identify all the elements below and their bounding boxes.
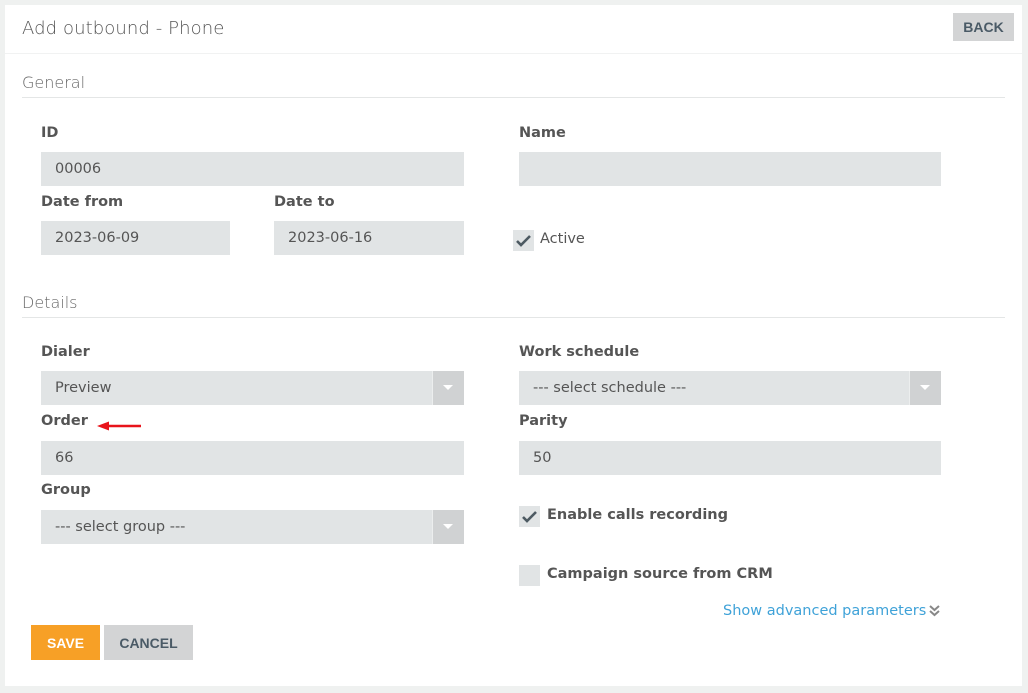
campaign-source-crm-checkbox[interactable] xyxy=(519,565,540,586)
enable-calls-recording-label: Enable calls recording xyxy=(547,507,728,523)
red-arrow-icon xyxy=(97,421,141,431)
id-field[interactable] xyxy=(41,152,464,186)
parity-field[interactable] xyxy=(519,441,941,475)
campaign-source-crm-label: Campaign source from CRM xyxy=(547,566,773,582)
show-advanced-parameters-link[interactable]: Show advanced parameters xyxy=(723,603,940,619)
date-from-label: Date from xyxy=(41,194,124,210)
cancel-button[interactable]: CANCEL xyxy=(104,625,193,660)
order-label: Order xyxy=(41,413,88,429)
work-schedule-select[interactable]: --- select schedule --- xyxy=(519,371,941,405)
section-divider xyxy=(22,97,1005,98)
name-field[interactable] xyxy=(519,152,941,186)
chevron-down-icon[interactable] xyxy=(432,510,464,544)
work-schedule-value: --- select schedule --- xyxy=(533,380,687,396)
date-from-field[interactable] xyxy=(41,221,230,255)
active-label: Active xyxy=(540,231,585,247)
page-header: Add outbound - Phone BACK xyxy=(5,5,1022,54)
checkmark-icon xyxy=(522,511,537,523)
id-label: ID xyxy=(41,125,59,141)
name-label: Name xyxy=(519,125,566,141)
group-label: Group xyxy=(41,482,91,498)
group-select[interactable]: --- select group --- xyxy=(41,510,464,544)
section-divider xyxy=(22,317,1005,318)
parity-label: Parity xyxy=(519,413,568,429)
date-to-label: Date to xyxy=(274,194,335,210)
work-schedule-label: Work schedule xyxy=(519,344,640,360)
form-panel: Add outbound - Phone BACK General ID Nam… xyxy=(5,5,1022,686)
section-title-general: General xyxy=(22,73,86,92)
double-chevron-down-icon xyxy=(929,605,940,617)
date-to-field[interactable] xyxy=(274,221,464,255)
back-button[interactable]: BACK xyxy=(953,13,1014,41)
show-advanced-parameters-text: Show advanced parameters xyxy=(723,603,927,619)
order-field[interactable] xyxy=(41,441,464,475)
checkmark-icon xyxy=(516,235,531,247)
chevron-down-icon[interactable] xyxy=(432,371,464,405)
section-title-details: Details xyxy=(22,293,78,312)
enable-calls-recording-checkbox[interactable] xyxy=(519,506,540,527)
save-button[interactable]: SAVE xyxy=(31,625,100,660)
page-title: Add outbound - Phone xyxy=(22,18,225,39)
dialer-select[interactable]: Preview xyxy=(41,371,464,405)
dialer-value: Preview xyxy=(55,380,112,396)
active-checkbox[interactable] xyxy=(513,230,534,251)
chevron-down-icon[interactable] xyxy=(909,371,941,405)
dialer-label: Dialer xyxy=(41,344,90,360)
group-value: --- select group --- xyxy=(55,519,186,535)
